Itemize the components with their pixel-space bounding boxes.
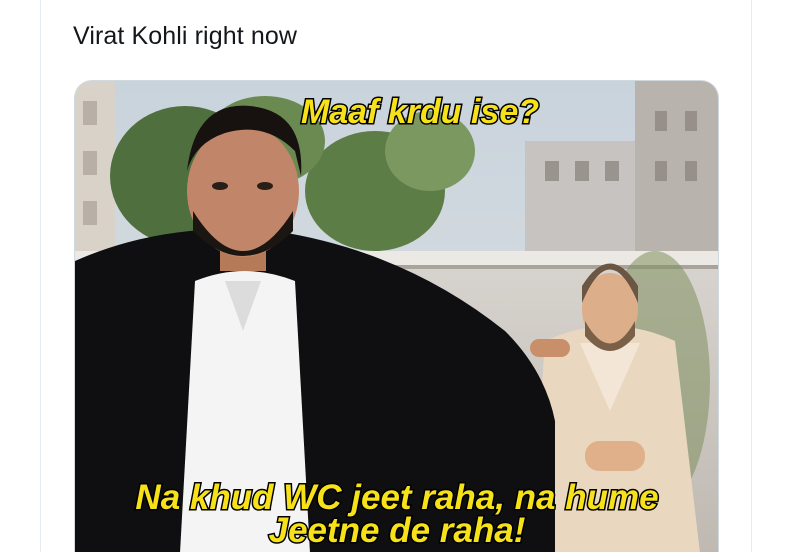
- tweet-card: Virat Kohli right now Maaf krdu ise? Na …: [40, 0, 752, 552]
- tweet-media-image[interactable]: Maaf krdu ise? Na khud WC jeet raha, na …: [74, 80, 719, 552]
- bottom-caption-line2: Jeetne de raha!: [269, 511, 526, 550]
- top-caption: Maaf krdu ise?: [301, 93, 539, 131]
- tweet-text: Virat Kohli right now: [73, 22, 297, 50]
- page: Virat Kohli right now Maaf krdu ise? Na …: [0, 0, 792, 552]
- meme-image: Maaf krdu ise? Na khud WC jeet raha, na …: [75, 81, 718, 552]
